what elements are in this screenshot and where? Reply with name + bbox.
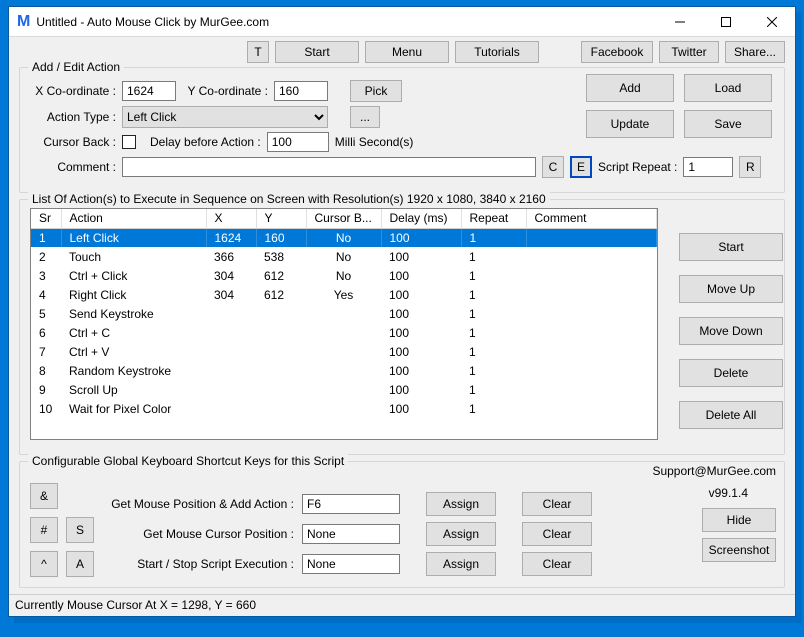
cfg-row3-input[interactable] [302,554,400,574]
table-row[interactable]: 5Send Keystroke1001 [31,304,657,323]
scriptrepeat-input[interactable] [683,157,733,177]
version-label: v99.1.4 [709,486,748,500]
movedown-button[interactable]: Move Down [679,317,783,345]
table-row[interactable]: 9Scroll Up1001 [31,380,657,399]
amp-button[interactable]: & [30,483,58,509]
y-label: Y Co-ordinate : [182,84,268,98]
cfg-row2-input[interactable] [302,524,400,544]
menu-button[interactable]: Menu [365,41,449,63]
actions-table-wrap[interactable]: Sr Action X Y Cursor B... Delay (ms) Rep… [30,208,658,440]
actiontype-label: Action Type : [30,110,116,124]
config-group: Configurable Global Keyboard Shortcut Ke… [19,461,785,588]
c-button[interactable]: C [542,156,564,178]
minimize-button[interactable] [657,7,703,37]
status-text: Currently Mouse Cursor At X = 1298, Y = … [15,598,256,612]
list-start-button[interactable]: Start [679,233,783,261]
scriptrepeat-label: Script Repeat : [598,160,677,174]
s-button[interactable]: S [66,517,94,543]
col-delay[interactable]: Delay (ms) [381,209,461,228]
tutorials-button[interactable]: Tutorials [455,41,539,63]
deleteall-button[interactable]: Delete All [679,401,783,429]
cfg-row3-label: Start / Stop Script Execution : [106,557,294,571]
clear1-button[interactable]: Clear [522,492,592,516]
top-toolbar: T Start Menu Tutorials Facebook Twitter … [19,41,785,63]
actiontype-ellipsis-button[interactable]: ... [350,106,380,128]
assign2-button[interactable]: Assign [426,522,496,546]
ms-label: Milli Second(s) [335,135,414,149]
col-repeat[interactable]: Repeat [461,209,526,228]
share-button[interactable]: Share... [725,41,785,63]
update-button[interactable]: Update [586,110,674,138]
config-legend: Configurable Global Keyboard Shortcut Ke… [28,454,348,468]
delete-button[interactable]: Delete [679,359,783,387]
support-link[interactable]: Support@MurGee.com [652,464,776,478]
x-input[interactable] [122,81,176,101]
app-icon: M [17,13,30,31]
table-row[interactable]: 7Ctrl + V1001 [31,342,657,361]
table-row[interactable]: 10Wait for Pixel Color1001 [31,399,657,418]
e-button[interactable]: E [570,156,592,178]
col-y[interactable]: Y [256,209,306,228]
list-group: List Of Action(s) to Execute in Sequence… [19,199,785,455]
a-button[interactable]: A [66,551,94,577]
titlebar[interactable]: M Untitled - Auto Mouse Click by MurGee.… [9,7,795,37]
cfg-row1-input[interactable] [302,494,400,514]
clear2-button[interactable]: Clear [522,522,592,546]
facebook-button[interactable]: Facebook [581,41,653,63]
client-area: T Start Menu Tutorials Facebook Twitter … [9,37,795,594]
maximize-button[interactable] [703,7,749,37]
cursorback-label: Cursor Back : [30,135,116,149]
hide-button[interactable]: Hide [702,508,776,532]
pick-button[interactable]: Pick [350,80,402,102]
list-side-buttons: Start Move Up Move Down Delete Delete Al… [679,233,783,429]
assign3-button[interactable]: Assign [426,552,496,576]
col-comment[interactable]: Comment [526,209,657,228]
col-sr[interactable]: Sr [31,209,61,228]
screenshot-button[interactable]: Screenshot [702,538,776,562]
delay-label: Delay before Action : [150,135,261,149]
window-title: Untitled - Auto Mouse Click by MurGee.co… [36,15,657,29]
t-button[interactable]: T [247,41,269,63]
cfg-row2-label: Get Mouse Cursor Position : [106,527,294,541]
add-edit-group: Add / Edit Action X Co-ordinate : Y Co-o… [19,67,785,193]
load-button[interactable]: Load [684,74,772,102]
hash-button[interactable]: # [30,517,58,543]
table-row[interactable]: 2Touch366538No1001 [31,247,657,266]
actions-table: Sr Action X Y Cursor B... Delay (ms) Rep… [31,209,657,418]
add-edit-legend: Add / Edit Action [28,60,124,74]
table-row[interactable]: 4Right Click304612Yes1001 [31,285,657,304]
y-input[interactable] [274,81,328,101]
table-row[interactable]: 8Random Keystroke1001 [31,361,657,380]
actiontype-select[interactable]: Left Click [122,106,328,128]
add-button[interactable]: Add [586,74,674,102]
comment-label: Comment : [30,160,116,174]
caret-button[interactable]: ^ [30,551,58,577]
r-button[interactable]: R [739,156,761,178]
col-cursorback[interactable]: Cursor B... [306,209,381,228]
col-x[interactable]: X [206,209,256,228]
twitter-button[interactable]: Twitter [659,41,719,63]
moveup-button[interactable]: Move Up [679,275,783,303]
delay-input[interactable] [267,132,329,152]
table-row[interactable]: 6Ctrl + C1001 [31,323,657,342]
start-button[interactable]: Start [275,41,359,63]
assign1-button[interactable]: Assign [426,492,496,516]
table-row[interactable]: 1Left Click1624160No1001 [31,228,657,247]
table-row[interactable]: 3Ctrl + Click304612No1001 [31,266,657,285]
clear3-button[interactable]: Clear [522,552,592,576]
main-window: M Untitled - Auto Mouse Click by MurGee.… [8,6,796,617]
col-action[interactable]: Action [61,209,206,228]
list-legend: List Of Action(s) to Execute in Sequence… [28,192,550,206]
save-button[interactable]: Save [684,110,772,138]
comment-input[interactable] [122,157,536,177]
cursorback-checkbox[interactable] [122,135,136,149]
statusbar: Currently Mouse Cursor At X = 1298, Y = … [9,594,795,616]
cfg-row1-label: Get Mouse Position & Add Action : [106,497,294,511]
close-button[interactable] [749,7,795,37]
x-label: X Co-ordinate : [30,84,116,98]
keybtn-column: & # S ^ A [30,470,94,579]
